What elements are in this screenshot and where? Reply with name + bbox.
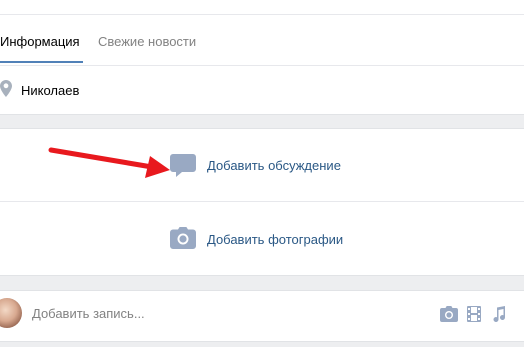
avatar[interactable] — [0, 298, 22, 328]
city-name: Николаев — [21, 83, 80, 98]
add-photos-action[interactable]: Добавить фотографии — [0, 202, 524, 274]
active-tab-indicator — [0, 61, 83, 63]
tabs-divider — [0, 65, 524, 66]
top-card-edge — [0, 0, 524, 15]
chat-bubble-icon — [170, 154, 196, 177]
post-input-placeholder[interactable]: Добавить запись... — [32, 306, 145, 321]
camera-icon — [170, 227, 196, 249]
add-discussion-label[interactable]: Добавить обсуждение — [207, 158, 341, 173]
camera-icon[interactable] — [440, 306, 458, 322]
group-info-card: Информация Свежие новости Николаев — [0, 0, 524, 115]
red-annotation-arrow — [48, 147, 170, 178]
tab-latest-news[interactable]: Свежие новости — [98, 34, 196, 49]
post-composer: Добавить запись... — [0, 290, 524, 342]
add-photos-label[interactable]: Добавить фотографии — [207, 232, 343, 247]
tab-information[interactable]: Информация — [0, 34, 80, 49]
music-note-icon[interactable] — [492, 306, 506, 322]
film-icon[interactable] — [467, 306, 481, 322]
map-pin-icon — [0, 80, 12, 97]
tabs-bar: Информация Свежие новости — [0, 20, 524, 64]
